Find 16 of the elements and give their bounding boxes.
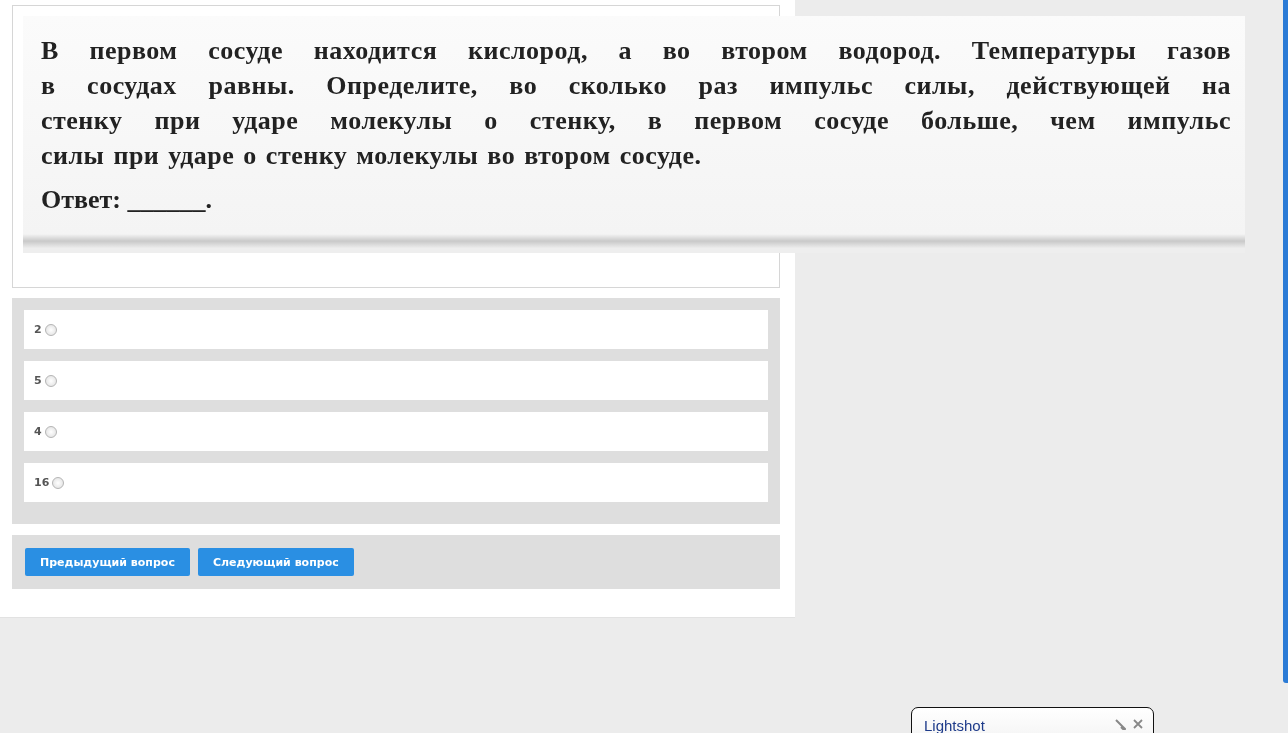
option-label: 16	[34, 476, 50, 489]
answer-option[interactable]: 4	[24, 412, 768, 451]
radio-button[interactable]	[52, 476, 65, 489]
radio-button[interactable]	[44, 323, 57, 336]
answer-option[interactable]: 2	[24, 310, 768, 349]
option-label: 5	[34, 374, 42, 387]
answer-option[interactable]: 16	[24, 463, 768, 502]
radio-button[interactable]	[44, 374, 57, 387]
radio-button[interactable]	[44, 425, 57, 438]
option-label: 2	[34, 323, 42, 336]
close-icon[interactable]	[1133, 719, 1143, 729]
answer-option[interactable]: 5	[24, 361, 768, 400]
option-label: 4	[34, 425, 42, 438]
answer-label: Ответ: ______.	[41, 185, 212, 215]
wrench-icon[interactable]	[1115, 719, 1126, 730]
question-text: В первом сосуде находится кислород, а во втором водород. Температуры газов в сосудах равны. Определите, во сколько раз импульс силы, действующей на стенку при ударе молекулы о стенку, в первом сосуде больше, чем импульс силы при ударе о стенку молекулы во втором сосуде.	[41, 35, 1231, 172]
